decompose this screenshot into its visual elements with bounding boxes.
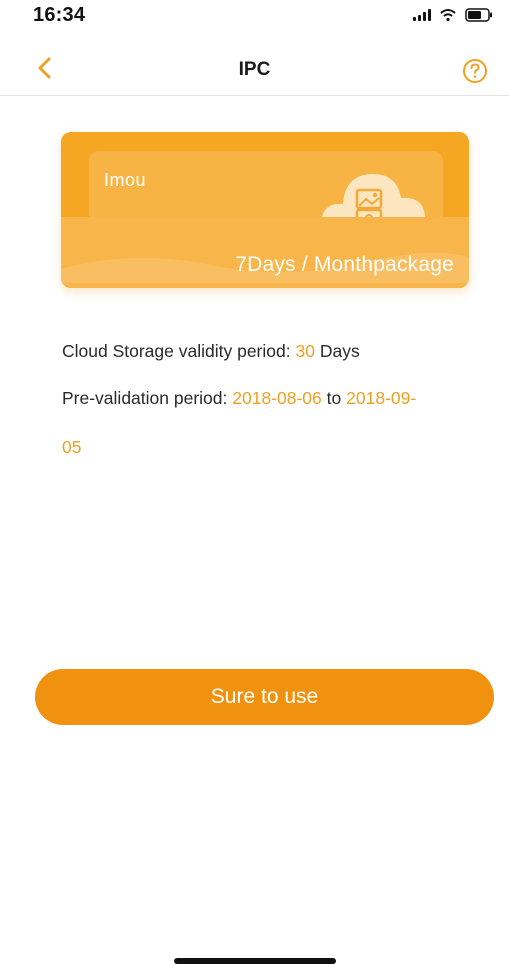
pre-validation-to: to xyxy=(326,388,342,408)
validity-value: 30 xyxy=(295,341,315,361)
pre-validation-start: 2018-08-06 xyxy=(232,388,322,408)
signal-icon xyxy=(413,9,431,21)
question-circle-icon xyxy=(461,59,489,89)
pre-validation-label: Pre-validation period: xyxy=(62,388,228,408)
card-brand-label: Imou xyxy=(104,170,147,190)
sure-to-use-button[interactable]: Sure to use xyxy=(35,669,494,725)
pre-validation-line: Pre-validation period: 2018-08-06 to 201… xyxy=(62,388,416,409)
validity-unit: Days xyxy=(319,341,360,361)
battery-icon xyxy=(465,8,493,22)
validity-period-line: Cloud Storage validity period: 30 Days xyxy=(62,341,360,362)
status-bar: 16:34 xyxy=(0,0,509,40)
status-icons xyxy=(413,8,493,22)
nav-bar: IPC xyxy=(0,45,509,96)
pre-validation-end-part2: 05 xyxy=(62,437,82,457)
help-button[interactable] xyxy=(461,57,489,85)
package-card: Imou 7Days / Monthpackage xyxy=(61,132,469,288)
package-name-label: 7Days / Monthpackage xyxy=(235,253,454,276)
page-title: IPC xyxy=(238,59,271,80)
home-indicator xyxy=(174,958,336,964)
pre-validation-end-line: 05 xyxy=(62,437,81,458)
validity-label: Cloud Storage validity period: xyxy=(62,341,291,361)
status-time: 16:34 xyxy=(33,4,86,26)
pre-validation-end-part1: 2018-09- xyxy=(346,388,417,408)
wifi-icon xyxy=(439,8,457,22)
